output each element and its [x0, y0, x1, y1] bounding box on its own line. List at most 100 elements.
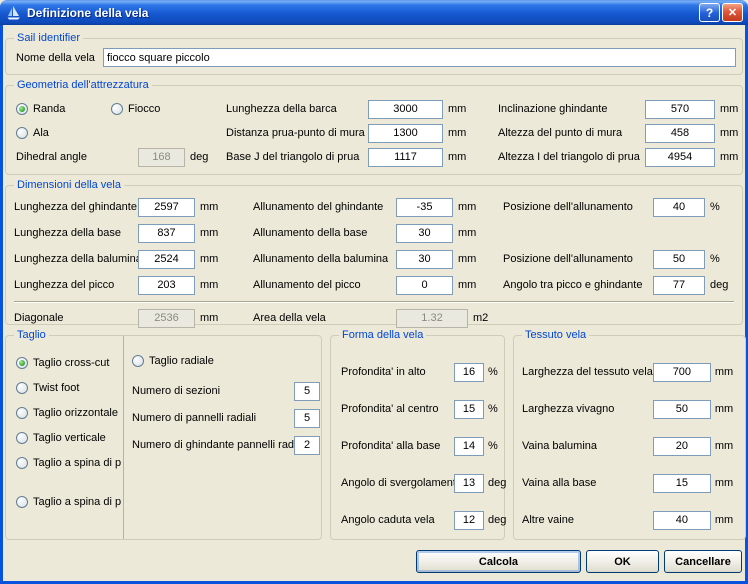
luff-radial-panels-row: Numero di ghindante pannelli rad	[132, 435, 321, 455]
radio-ala[interactable]: Ala	[16, 127, 49, 139]
sail-name-label: Nome della vela	[16, 51, 95, 64]
radio-fiocco[interactable]: Fiocco	[111, 103, 160, 115]
sections-count-input[interactable]	[294, 381, 321, 401]
radio-cross-cut[interactable]: Taglio cross-cut	[16, 355, 123, 371]
cloth-width-input[interactable]	[652, 362, 711, 382]
radio-twist-foot[interactable]: Twist foot	[16, 380, 123, 396]
luff-round-input[interactable]	[396, 197, 453, 217]
bow-tack-distance-input[interactable]	[368, 123, 443, 143]
radial-cut-column: Taglio radiale Numero di sezioni Numero …	[123, 336, 328, 539]
ok-button[interactable]: OK	[586, 550, 659, 573]
unit-label: mm	[720, 151, 739, 163]
head-luff-angle-input[interactable]	[653, 275, 705, 295]
foot-hem-input[interactable]	[652, 473, 711, 493]
leech-length-input[interactable]	[138, 249, 195, 269]
unit-label: %	[710, 253, 720, 265]
group-sail-identifier: Sail identifier Nome della vela	[5, 32, 743, 75]
unit-label: mm	[714, 440, 734, 452]
cancel-button[interactable]: Cancellare	[664, 550, 742, 573]
radio-label: Taglio cross-cut	[33, 357, 110, 369]
group-forma-vela: Forma della vela Profondita' in alto % P…	[330, 329, 507, 540]
radial-panels-count-input[interactable]	[294, 408, 321, 428]
tack-height-input[interactable]	[645, 123, 715, 143]
boat-length-input[interactable]	[368, 99, 443, 119]
sail-name-row: Nome della vela	[6, 39, 742, 67]
group-taglio: Taglio Taglio cross-cut Twist foot Tagli…	[5, 329, 322, 540]
depth-mid-input[interactable]	[454, 399, 484, 419]
cut-type-column: Taglio cross-cut Twist foot Taglio orizz…	[6, 336, 123, 539]
sail-name-input[interactable]	[103, 48, 736, 67]
window-title: Definizione della vela	[27, 5, 149, 20]
unit-label: deg	[488, 514, 507, 526]
radio-taglio-spina-1[interactable]: Taglio a spina di p	[16, 455, 123, 471]
depth-top-input[interactable]	[454, 362, 484, 382]
foot-hem-label: Vaina alla base	[522, 477, 597, 489]
radio-taglio-radiale[interactable]: Taglio radiale	[132, 353, 320, 369]
head-row: Lunghezza del picco mm Allunamento del p…	[6, 275, 742, 295]
leech-hem-input[interactable]	[652, 436, 711, 456]
radio-label: Ala	[33, 127, 49, 139]
dialog-button-row: Calcola OK Cancellare	[5, 550, 743, 573]
calcola-button[interactable]: Calcola	[416, 550, 581, 573]
group-legend: Dimensioni della vela	[14, 179, 124, 192]
radio-label: Taglio a spina di p	[33, 457, 122, 469]
twist-angle-label: Angolo di svergolamento	[341, 477, 454, 489]
radio-circle	[16, 407, 28, 419]
foretriangle-base-label: Base J del triangolo di prua	[226, 151, 360, 163]
head-round-input[interactable]	[396, 275, 453, 295]
dihedral-angle-input	[138, 147, 185, 167]
foot-round-input[interactable]	[396, 223, 453, 243]
cloth-fields-column: Larghezza del tessuto vela mm Larghezza …	[514, 336, 745, 530]
radio-taglio-verticale[interactable]: Taglio verticale	[16, 430, 123, 446]
unit-label: %	[710, 201, 720, 213]
foretriangle-base-input[interactable]	[368, 147, 443, 167]
foretriangle-height-input[interactable]	[645, 147, 715, 167]
luff-rake-input[interactable]	[645, 99, 715, 119]
radio-taglio-orizzontale[interactable]: Taglio orizzontale	[16, 405, 123, 421]
unit-label: mm	[200, 227, 219, 239]
unit-label: mm	[714, 366, 734, 378]
other-hems-input[interactable]	[652, 510, 711, 530]
diagonal-output	[138, 308, 195, 328]
radio-randa[interactable]: Randa	[16, 103, 111, 115]
radio-taglio-spina-2[interactable]: Taglio a spina di p	[16, 494, 123, 510]
luff-length-input[interactable]	[138, 197, 195, 217]
group-tessuto-vela: Tessuto vela Larghezza del tessuto vela …	[513, 329, 746, 540]
luff-radial-panels-input[interactable]	[294, 435, 321, 455]
titlebar[interactable]: Definizione della vela ? ✕	[0, 0, 748, 25]
foot-length-input[interactable]	[138, 223, 195, 243]
selvage-width-input[interactable]	[652, 399, 711, 419]
group-legend: Taglio	[14, 329, 49, 342]
leech-round-position-input[interactable]	[653, 249, 705, 269]
unit-label: mm	[458, 253, 477, 265]
shape-fields-column: Profondita' in alto % Profondita' al cen…	[331, 336, 507, 530]
foot-row: Lunghezza della base mm Allunamento dell…	[6, 223, 742, 243]
head-round-label: Allunamento del picco	[253, 279, 361, 291]
radio-label: Taglio verticale	[33, 432, 106, 444]
luff-rake-label: Inclinazione ghindante	[498, 103, 608, 115]
help-button[interactable]: ?	[699, 3, 720, 22]
head-length-input[interactable]	[138, 275, 195, 295]
depth-foot-input[interactable]	[454, 436, 484, 456]
rig-type-column: Randa Fiocco Ala Dihedral angle 168 deg	[16, 99, 226, 171]
leech-round-input[interactable]	[396, 249, 453, 269]
fall-angle-input[interactable]	[454, 510, 484, 530]
luff-round-position-input[interactable]	[653, 197, 705, 217]
luff-radial-panels-label: Numero di ghindante pannelli rad	[132, 439, 295, 451]
radio-circle	[16, 457, 28, 469]
unit-label: mm	[200, 201, 219, 213]
cloth-width-label: Larghezza del tessuto vela	[522, 366, 653, 378]
separator-line	[14, 301, 734, 303]
diagonal-label: Diagonale	[14, 312, 64, 324]
head-luff-angle-label: Angolo tra picco e ghindante	[503, 279, 643, 291]
unit-label: mm	[458, 227, 477, 239]
radio-label: Taglio a spina di p	[33, 496, 122, 508]
twist-angle-input[interactable]	[454, 473, 484, 493]
unit-label: %	[488, 440, 498, 452]
bow-tack-distance-label: Distanza prua-punto di mura	[226, 127, 365, 139]
luff-row: Lunghezza del ghindante mm Allunamento d…	[6, 197, 742, 217]
radio-circle	[16, 496, 28, 508]
foot-length-label: Lunghezza della base	[14, 227, 122, 239]
unit-label: mm	[448, 127, 467, 139]
close-button[interactable]: ✕	[722, 3, 743, 22]
